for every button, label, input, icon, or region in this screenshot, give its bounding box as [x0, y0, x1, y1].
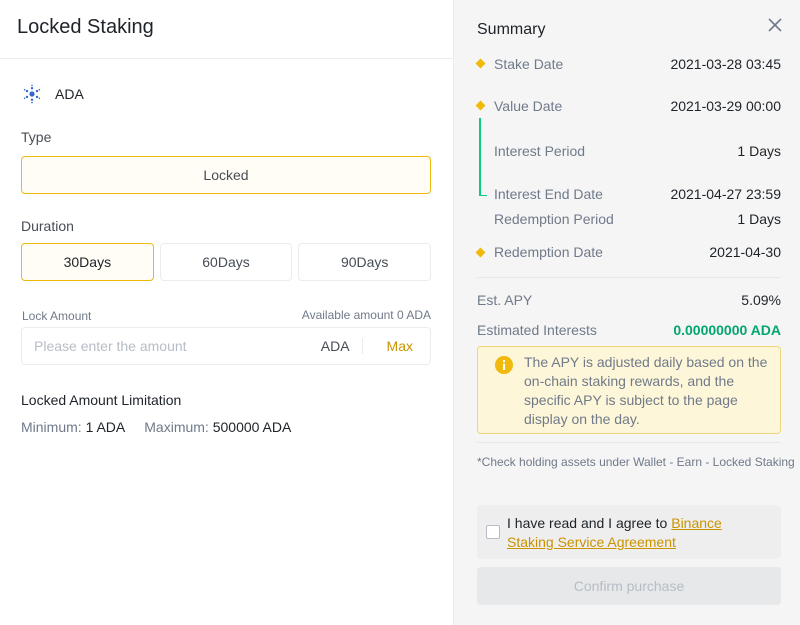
redemption-period-value: 1 Days: [737, 211, 781, 227]
interest-period-label: Interest Period: [494, 143, 586, 159]
maximum-value: 500000 ADA: [212, 419, 292, 435]
max-button[interactable]: Max: [363, 338, 430, 354]
duration-options: 30Days 60Days 90Days: [21, 243, 432, 281]
limitation-values: Minimum: 1 ADA Maximum: 500000 ADA: [21, 419, 291, 435]
apy-row: Est. APY 5.09%: [477, 292, 781, 308]
value-date-value: 2021-03-29 00:00: [670, 98, 781, 114]
interest-period-value: 1 Days: [737, 143, 781, 159]
lock-amount-label: Lock Amount: [22, 309, 92, 323]
redemption-period-label: Redemption Period: [494, 211, 614, 227]
summary-title: Summary: [477, 21, 546, 38]
check-holding-note: *Check holding assets under Wallet - Ear…: [477, 455, 795, 469]
interest-end-label: Interest End Date: [494, 186, 603, 202]
stake-date-value: 2021-03-28 03:45: [670, 56, 781, 72]
value-date-row: Value Date 2021-03-29 00:00: [494, 98, 781, 114]
summary-panel: Summary Stake Date 2021-03-28 03:45 Valu…: [453, 0, 800, 625]
coin-row: ADA: [22, 84, 84, 104]
agree-prefix: I have read and I agree to: [507, 515, 672, 531]
cardano-icon: [23, 84, 41, 104]
value-date-label: Value Date: [494, 98, 563, 114]
agree-checkbox[interactable]: [486, 525, 500, 539]
timeline-line: [479, 118, 481, 196]
stake-date-row: Stake Date 2021-03-28 03:45: [494, 56, 781, 72]
minimum-value: 1 ADA: [85, 419, 125, 435]
apy-notice: The APY is adjusted daily based on the o…: [477, 346, 781, 434]
lock-amount-input[interactable]: [22, 338, 321, 354]
close-icon[interactable]: [766, 16, 784, 34]
interest-end-row: Interest End Date 2021-04-27 23:59: [494, 186, 781, 202]
confirm-purchase-button[interactable]: Confirm purchase: [477, 567, 781, 605]
info-icon: [495, 356, 513, 374]
interests-value: 0.00000000 ADA: [673, 322, 781, 338]
type-locked-option[interactable]: Locked: [21, 156, 431, 194]
staking-form-panel: Locked Staking ADA Type Locked Duration …: [0, 0, 453, 625]
stake-date-label: Stake Date: [494, 56, 564, 72]
minimum-label: Minimum:: [21, 419, 82, 435]
type-label: Type: [21, 129, 52, 145]
apy-value: 5.09%: [741, 292, 781, 308]
coin-name: ADA: [55, 86, 84, 102]
redemption-period-row: Redemption Period 1 Days: [494, 211, 781, 227]
notice-divider: [477, 442, 781, 443]
apy-label: Est. APY: [477, 292, 533, 308]
agree-text: I have read and I agree to Binance Staki…: [507, 514, 769, 552]
redemption-date-value: 2021-04-30: [709, 244, 781, 260]
agreement-box: I have read and I agree to Binance Staki…: [477, 505, 781, 559]
interests-label: Estimated Interests: [477, 322, 597, 338]
notice-text: The APY is adjusted daily based on the o…: [524, 354, 768, 427]
duration-90days-button[interactable]: 90Days: [298, 243, 432, 281]
amount-unit: ADA: [320, 338, 350, 354]
interests-row: Estimated Interests 0.00000000 ADA: [477, 322, 781, 338]
title-divider: [0, 58, 453, 59]
duration-60days-button[interactable]: 60Days: [159, 243, 293, 281]
redemption-date-label: Redemption Date: [494, 244, 603, 260]
lock-amount-field: ADA Max: [21, 327, 431, 365]
duration-label: Duration: [21, 218, 74, 234]
timeline-dot-redemption: [475, 247, 486, 258]
available-amount: Available amount 0 ADA: [301, 308, 431, 322]
timeline-tick: [481, 195, 487, 196]
redemption-date-row: Redemption Date 2021-04-30: [494, 244, 781, 260]
timeline-dot-stake: [475, 58, 486, 69]
limitation-title: Locked Amount Limitation: [21, 392, 182, 408]
summary-divider: [477, 277, 781, 278]
timeline-dot-value: [475, 100, 486, 111]
page-title: Locked Staking: [17, 16, 154, 38]
interest-end-value: 2021-04-27 23:59: [670, 186, 781, 202]
interest-period-row: Interest Period 1 Days: [494, 143, 781, 159]
maximum-label: Maximum:: [144, 419, 209, 435]
duration-30days-button[interactable]: 30Days: [21, 243, 154, 281]
